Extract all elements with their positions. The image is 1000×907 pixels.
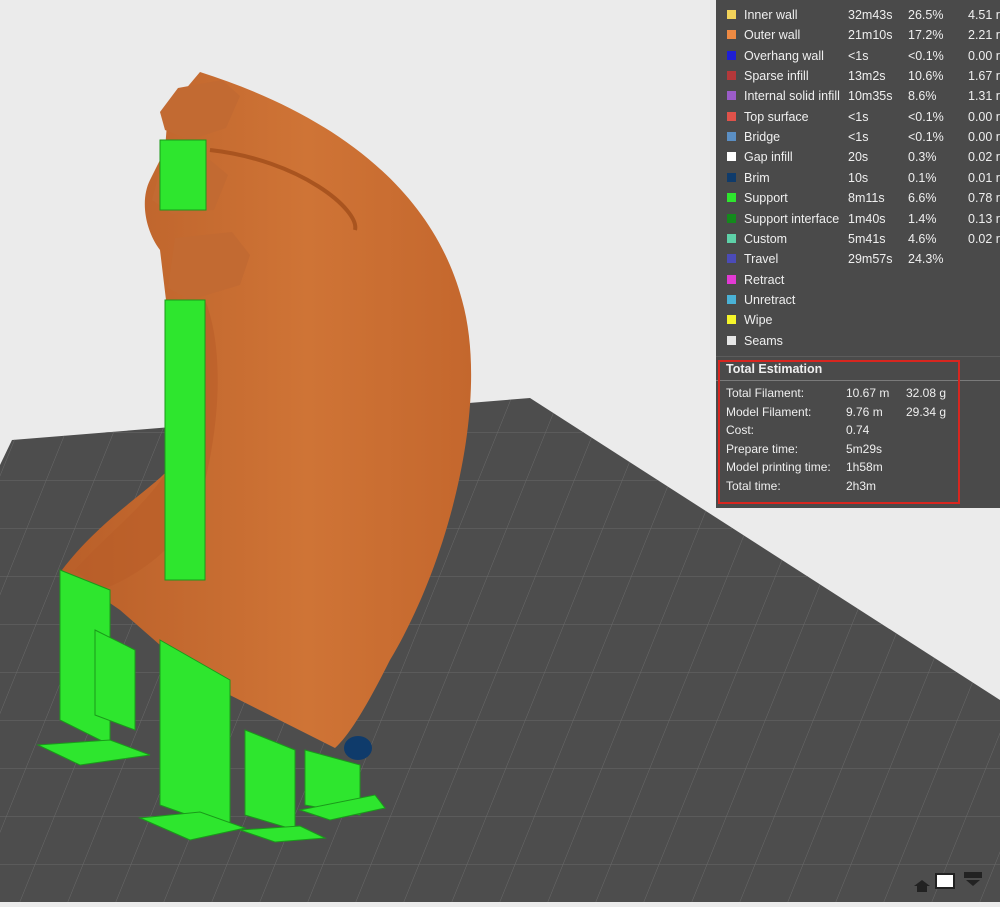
view-controls bbox=[910, 866, 990, 896]
legend-item-percent: 17.2% bbox=[908, 28, 944, 43]
legend-item-filament: 0.00 r bbox=[968, 48, 1000, 63]
legend-item-label: Brim bbox=[744, 170, 770, 185]
legend-item-time: 32m43s bbox=[848, 8, 893, 22]
legend-item-time: 1m40s bbox=[848, 211, 886, 226]
legend-swatch bbox=[727, 315, 736, 325]
legend-item-percent: 1.4% bbox=[908, 211, 937, 226]
layer-down-icon[interactable] bbox=[964, 872, 982, 886]
legend-swatch bbox=[727, 254, 736, 264]
legend-item-percent: 10.6% bbox=[908, 69, 944, 84]
legend-item-time: <1s bbox=[848, 130, 869, 145]
legend-swatch bbox=[727, 91, 736, 101]
legend-item-percent: 24.3% bbox=[908, 252, 944, 267]
legend-swatch bbox=[727, 213, 736, 223]
legend-item-filament: 1.67 r bbox=[968, 69, 1000, 84]
legend-item-percent: <0.1% bbox=[908, 48, 944, 63]
legend-item-label: Travel bbox=[744, 252, 779, 267]
legend-item-percent: 6.6% bbox=[908, 191, 937, 206]
legend-swatch bbox=[727, 71, 736, 81]
legend-item-label: Bridge bbox=[744, 130, 781, 145]
legend-item-time: 20s bbox=[848, 150, 869, 165]
legend-item-filament: 0.00 r bbox=[968, 130, 1000, 145]
legend-item-label: Gap infill bbox=[744, 150, 793, 165]
support-tower-top bbox=[159, 139, 207, 211]
legend-item-label: Support bbox=[744, 191, 788, 206]
legend-item-percent: 4.6% bbox=[908, 231, 937, 246]
legend-item-time: <1s bbox=[848, 109, 869, 124]
legend-item-label: Custom bbox=[744, 231, 788, 246]
legend-item-label: Retract bbox=[744, 272, 785, 287]
legend-item-filament: 0.13 r bbox=[968, 211, 1000, 226]
legend-item-percent: 8.6% bbox=[908, 89, 937, 104]
legend-item-time: <1s bbox=[848, 48, 869, 63]
legend-item-time: 13m2s bbox=[848, 69, 886, 84]
legend-item-label: Support interface bbox=[744, 211, 840, 226]
legend-item-percent: <0.1% bbox=[908, 109, 944, 124]
legend-item-time: 10m35s bbox=[848, 89, 893, 104]
legend-swatch bbox=[727, 50, 736, 60]
layer-up-icon[interactable] bbox=[914, 880, 930, 892]
legend-item-label: Overhang wall bbox=[744, 48, 824, 63]
brim-marker bbox=[344, 736, 372, 760]
legend-item-filament: 2.21 r bbox=[968, 28, 1000, 43]
legend-item-filament: 0.00 r bbox=[968, 109, 1000, 124]
view-cube-icon[interactable] bbox=[935, 873, 955, 889]
legend-swatch bbox=[727, 233, 736, 243]
legend-swatch bbox=[727, 193, 736, 203]
legend-swatch bbox=[727, 274, 736, 284]
legend-swatch bbox=[727, 172, 736, 182]
support-tower-tall bbox=[164, 299, 206, 581]
legend-item-percent: <0.1% bbox=[908, 130, 944, 145]
legend-item-label: Wipe bbox=[744, 313, 773, 328]
legend-swatch bbox=[727, 30, 736, 40]
legend-swatch bbox=[727, 111, 736, 121]
legend-item-label: Internal solid infill bbox=[744, 89, 840, 104]
legend-item-label: Top surface bbox=[744, 109, 809, 124]
legend-item-time: 5m41s bbox=[848, 231, 886, 246]
legend-item-time: 21m10s bbox=[848, 28, 893, 43]
legend-item-filament: 1.31 r bbox=[968, 89, 1000, 104]
legend-item-label: Sparse infill bbox=[744, 69, 809, 84]
legend-item-filament: 0.78 r bbox=[968, 191, 1000, 206]
legend-item-label: Inner wall bbox=[744, 8, 798, 22]
legend-swatch bbox=[727, 294, 736, 304]
legend-item-filament: 0.02 r bbox=[968, 150, 1000, 165]
legend-swatch bbox=[727, 335, 736, 345]
legend-item-filament: 0.02 r bbox=[968, 231, 1000, 246]
legend-item-time: 29m57s bbox=[848, 252, 893, 267]
legend-item-label: Seams bbox=[744, 333, 783, 348]
legend-item-time: 10s bbox=[848, 170, 869, 185]
legend-item-filament: 0.01 r bbox=[968, 170, 1000, 185]
legend-swatch bbox=[727, 10, 736, 19]
total-estimation-highlight bbox=[718, 360, 960, 504]
legend-swatch bbox=[727, 152, 736, 162]
legend-item-time: 8m11s bbox=[848, 191, 885, 206]
legend-item-percent: 0.3% bbox=[908, 150, 937, 165]
legend-item-percent: 0.1% bbox=[908, 170, 937, 185]
legend-item-percent: 26.5% bbox=[908, 8, 944, 22]
legend-item-label: Outer wall bbox=[744, 28, 801, 43]
legend-item-label: Unretract bbox=[744, 292, 796, 307]
panel-separator bbox=[716, 356, 1000, 357]
legend-swatch bbox=[727, 132, 736, 142]
legend-item-filament: 4.51 r bbox=[968, 8, 1000, 22]
